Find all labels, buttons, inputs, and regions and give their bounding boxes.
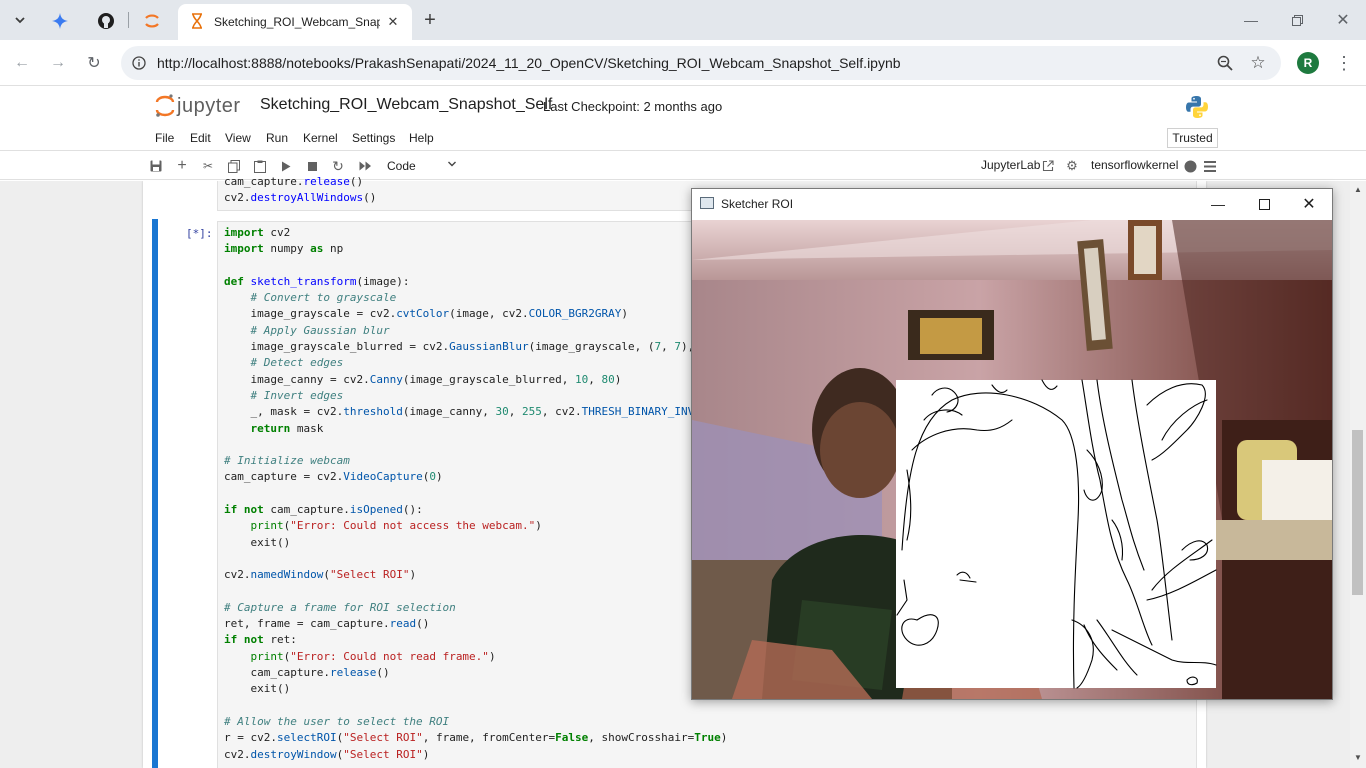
python-logo-icon [1184, 94, 1210, 123]
jupyter-logo-text: jupyter [177, 94, 241, 117]
tab-separator [128, 12, 129, 28]
paste-icon[interactable] [251, 157, 269, 175]
close-icon[interactable]: ✕ [384, 13, 402, 31]
kernel-name[interactable]: tensorflowkernel [1091, 158, 1178, 172]
cell-prompt: [*]: [186, 227, 213, 240]
cell-type-value: Code [387, 159, 416, 173]
cell-type-select[interactable]: Code [381, 156, 459, 176]
zoom-icon[interactable] [1215, 53, 1235, 73]
menu-settings[interactable]: Settings [352, 131, 395, 145]
back-icon[interactable]: ← [8, 49, 36, 77]
address-bar[interactable]: http://localhost:8888/notebooks/PrakashS… [121, 46, 1281, 80]
cv-maximize-button[interactable] [1241, 189, 1287, 219]
menu-file[interactable]: File [155, 131, 174, 145]
tab-title: Sketching_ROI_Webcam_Snapshot_Self [214, 15, 380, 29]
code-line: cam_capture.release() [224, 175, 364, 188]
kebab-menu-icon[interactable]: ⋮ [1330, 49, 1358, 77]
external-link-icon[interactable] [1039, 157, 1057, 175]
fast-forward-icon[interactable] [356, 157, 374, 175]
code-line: cv2.destroyAllWindows() [224, 191, 377, 205]
scroll-down-arrow-icon[interactable]: ▼ [1353, 752, 1363, 762]
hamburger-icon[interactable] [1201, 157, 1219, 175]
menu-view[interactable]: View [225, 131, 251, 145]
browser-tab-strip: Sketching_ROI_Webcam_Snapshot_Self ✕ + —… [0, 0, 1366, 40]
new-tab-icon[interactable]: + [416, 6, 444, 34]
active-cell-code[interactable]: import cv2 import numpy as np def sketch… [224, 225, 727, 763]
github-icon[interactable] [92, 7, 120, 35]
scrollbar-thumb[interactable] [1352, 430, 1363, 595]
chevron-down-icon [447, 159, 457, 172]
bookmark-star-icon[interactable]: ☆ [1248, 53, 1268, 73]
run-icon[interactable] [277, 157, 295, 175]
menu-run[interactable]: Run [266, 131, 288, 145]
profile-avatar[interactable]: R [1297, 52, 1319, 74]
window-app-icon [700, 197, 714, 209]
notebook-title[interactable]: Sketching_ROI_Webcam_Snapshot_Self [260, 96, 552, 114]
menu-edit[interactable]: Edit [190, 131, 211, 145]
save-icon[interactable] [147, 157, 165, 175]
opencv-window[interactable]: Sketcher ROI — ✕ [691, 188, 1333, 700]
webcam-frame [692, 220, 1332, 699]
cv-close-button[interactable]: ✕ [1286, 189, 1332, 219]
previous-cell-code: cam_capture.release() cv2.destroyAllWind… [224, 174, 376, 207]
webcam-image [692, 220, 1332, 699]
url-text: http://localhost:8888/notebooks/PrakashS… [157, 55, 901, 71]
menu-help[interactable]: Help [409, 131, 434, 145]
opencv-window-title: Sketcher ROI [721, 197, 794, 211]
minimize-button[interactable]: — [1228, 0, 1274, 40]
browser-toolbar: ← → ↻ http://localhost:8888/notebooks/Pr… [0, 40, 1366, 86]
jupyter-tab-icon[interactable] [138, 7, 166, 35]
active-tab[interactable]: Sketching_ROI_Webcam_Snapshot_Self ✕ [178, 4, 412, 40]
jupyter-header: jupyter Sketching_ROI_Webcam_Snapshot_Se… [0, 87, 1366, 127]
restart-icon[interactable]: ↻ [329, 157, 347, 175]
jupyter-menubar: File Edit View Run Kernel Settings Help … [0, 127, 1366, 151]
site-info-icon[interactable] [129, 53, 149, 73]
cut-icon[interactable]: ✂ [199, 157, 217, 175]
scroll-up-arrow-icon[interactable]: ▲ [1353, 184, 1363, 194]
checkpoint-status: Last Checkpoint: 2 months ago [543, 99, 723, 114]
cv-minimize-button[interactable]: — [1195, 189, 1241, 219]
copy-icon[interactable] [225, 157, 243, 175]
restore-button[interactable] [1274, 0, 1320, 40]
forward-icon[interactable]: → [44, 49, 72, 77]
menu-kernel[interactable]: Kernel [303, 131, 338, 145]
notebook-toolbar: + ✂ ↻ Code JupyterLab ⚙ tensorflowkernel [0, 152, 1366, 180]
settings-gear-icon[interactable]: ⚙ [1063, 157, 1081, 175]
reload-icon[interactable]: ↻ [80, 49, 108, 77]
add-cell-icon[interactable]: + [173, 157, 191, 175]
jupyter-logo-icon [155, 94, 175, 117]
window-close-button[interactable]: ✕ [1320, 0, 1366, 40]
kernel-status-icon [1181, 157, 1199, 175]
trusted-indicator[interactable]: Trusted [1167, 128, 1218, 148]
active-cell-indicator [152, 219, 158, 768]
tab-search-icon[interactable] [6, 6, 34, 34]
jupyter-logo[interactable]: jupyter [155, 93, 241, 119]
jupyterlab-link[interactable]: JupyterLab [981, 158, 1040, 172]
opencv-titlebar[interactable]: Sketcher ROI — ✕ [692, 189, 1332, 219]
gemini-icon[interactable] [46, 7, 74, 35]
stop-icon[interactable] [303, 157, 321, 175]
hourglass-icon [190, 12, 204, 32]
